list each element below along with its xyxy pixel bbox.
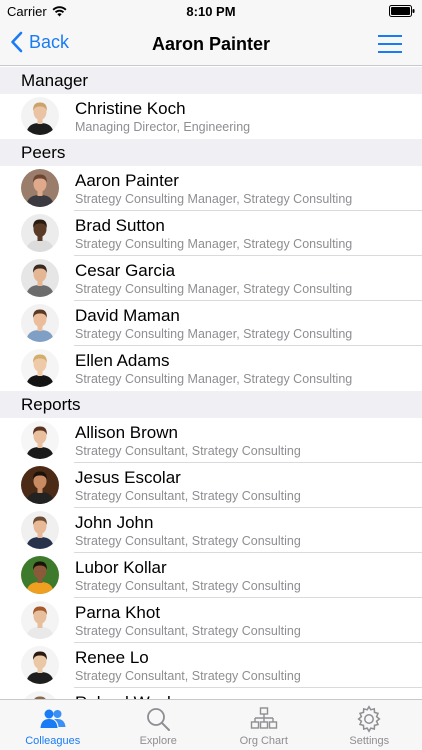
colleagues-list[interactable]: Manager Christine Koch Managing Director, … [0,67,422,699]
person-title: Strategy Consulting Manager, Strategy Co… [75,237,353,251]
avatar [21,214,59,252]
person-name: Lubor Kollar [75,558,167,577]
person-name: Brad Sutton [75,216,165,235]
person-title: Strategy Consultant, Strategy Consulting [75,624,301,638]
tab-settings[interactable]: Settings [317,700,422,750]
list-item[interactable]: David Maman Strategy Consulting Manager, … [0,301,422,346]
person-name: Jesus Escolar [75,468,181,487]
person-name: Cesar Garcia [75,261,176,280]
person-title: Strategy Consulting Manager, Strategy Co… [75,282,353,296]
avatar [21,511,59,549]
tab-explore[interactable]: Explore [106,700,212,750]
avatar-photo [21,214,59,252]
avatar-photo [21,304,59,342]
avatar [21,421,59,459]
person-name: Aaron Painter [75,171,179,190]
page-title: Aaron Painter [151,34,271,54]
tab-bar: Colleagues Explore Org Chart Settings [0,699,422,750]
list-item[interactable]: Renee Lo Strategy Consultant, Strategy Co… [0,643,422,688]
list-item[interactable]: Roland WackerStrategy Consultant, Strate… [0,688,422,699]
tab-colleagues[interactable]: Colleagues [0,700,106,750]
avatar [21,556,59,594]
list-item[interactable]: Allison Brown Strategy Consultant, Strate… [0,418,422,463]
person-name: Parna Khot [75,603,161,622]
avatar-photo [21,169,59,207]
avatar-photo [21,97,59,135]
avatar-photo [21,556,59,594]
section-header-reports: Reports [0,391,422,418]
person-title: Strategy Consultant, Strategy Consulting [75,444,301,458]
status-time: 8:10 PM [186,4,236,19]
tab-org-chart[interactable]: Org Chart [211,700,317,750]
avatar-photo [21,601,59,639]
tab-label: Explore [139,735,177,747]
person-title: Strategy Consultant, Strategy Consulting [75,534,301,548]
person-name: John John [75,513,154,532]
section-header-peers: Peers [0,139,422,166]
avatar [21,259,59,297]
avatar [21,169,59,207]
person-title: Strategy Consulting Manager, Strategy Co… [75,372,353,386]
list-item[interactable]: Parna Khot Strategy Consultant, Strategy … [0,598,422,643]
avatar [21,466,59,504]
avatar [21,601,59,639]
avatar-photo [21,691,59,699]
menu-button[interactable] [378,34,402,54]
list-item[interactable]: John John Strategy Consultant, Strategy C… [0,508,422,553]
org-chart-icon [250,707,277,729]
person-name: Christine Koch [75,99,186,118]
person-title: Managing Director, Engineering [75,120,251,134]
avatar-photo [21,349,59,387]
avatar-photo [21,511,59,549]
search-icon [147,708,171,731]
list-item[interactable]: Lubor Kollar Strategy Consultant, Strateg… [0,553,422,598]
avatar-photo [21,466,59,504]
avatar [21,646,59,684]
avatar [21,97,59,135]
list-item[interactable]: Christine Koch Managing Director, Enginee… [0,94,422,139]
people-icon [40,709,66,728]
avatar-photo [21,646,59,684]
person-title: Strategy Consulting Manager, Strategy Co… [75,327,353,341]
avatar [21,349,59,387]
person-title: Strategy Consultant, Strategy Consulting [75,669,301,683]
person-title: Strategy Consultant, Strategy Consulting [75,579,301,593]
avatar-photo [21,259,59,297]
list-item[interactable]: Jesus Escolar Strategy Consultant, Strate… [0,463,422,508]
person-name: Allison Brown [75,423,178,442]
person-name: Ellen Adams [75,351,170,370]
avatar [21,691,59,699]
list-item[interactable]: Aaron Painter Strategy Consulting Manager… [0,166,422,211]
person-title: Strategy Consulting Manager, Strategy Co… [75,192,353,206]
gear-icon [357,705,381,733]
navigation-bar: Back Aaron Painter [0,22,422,66]
person-name: David Maman [75,306,180,325]
status-bar: Carrier 8:10 PM [0,0,422,22]
battery-icon [389,5,415,20]
section-header-manager: Manager [0,67,422,94]
avatar-photo [21,421,59,459]
person-title: Strategy Consultant, Strategy Consulting [75,489,301,503]
list-item[interactable]: Brad Sutton Strategy Consulting Manager, … [0,211,422,256]
avatar [21,304,59,342]
list-item[interactable]: Ellen Adams Strategy Consulting Manager, … [0,346,422,391]
list-item[interactable]: Cesar Garcia Strategy Consulting Manager,… [0,256,422,301]
person-name: Renee Lo [75,648,149,667]
tab-label: Colleagues [25,735,81,747]
tab-label: Org Chart [239,735,288,747]
tab-label: Settings [349,735,390,747]
